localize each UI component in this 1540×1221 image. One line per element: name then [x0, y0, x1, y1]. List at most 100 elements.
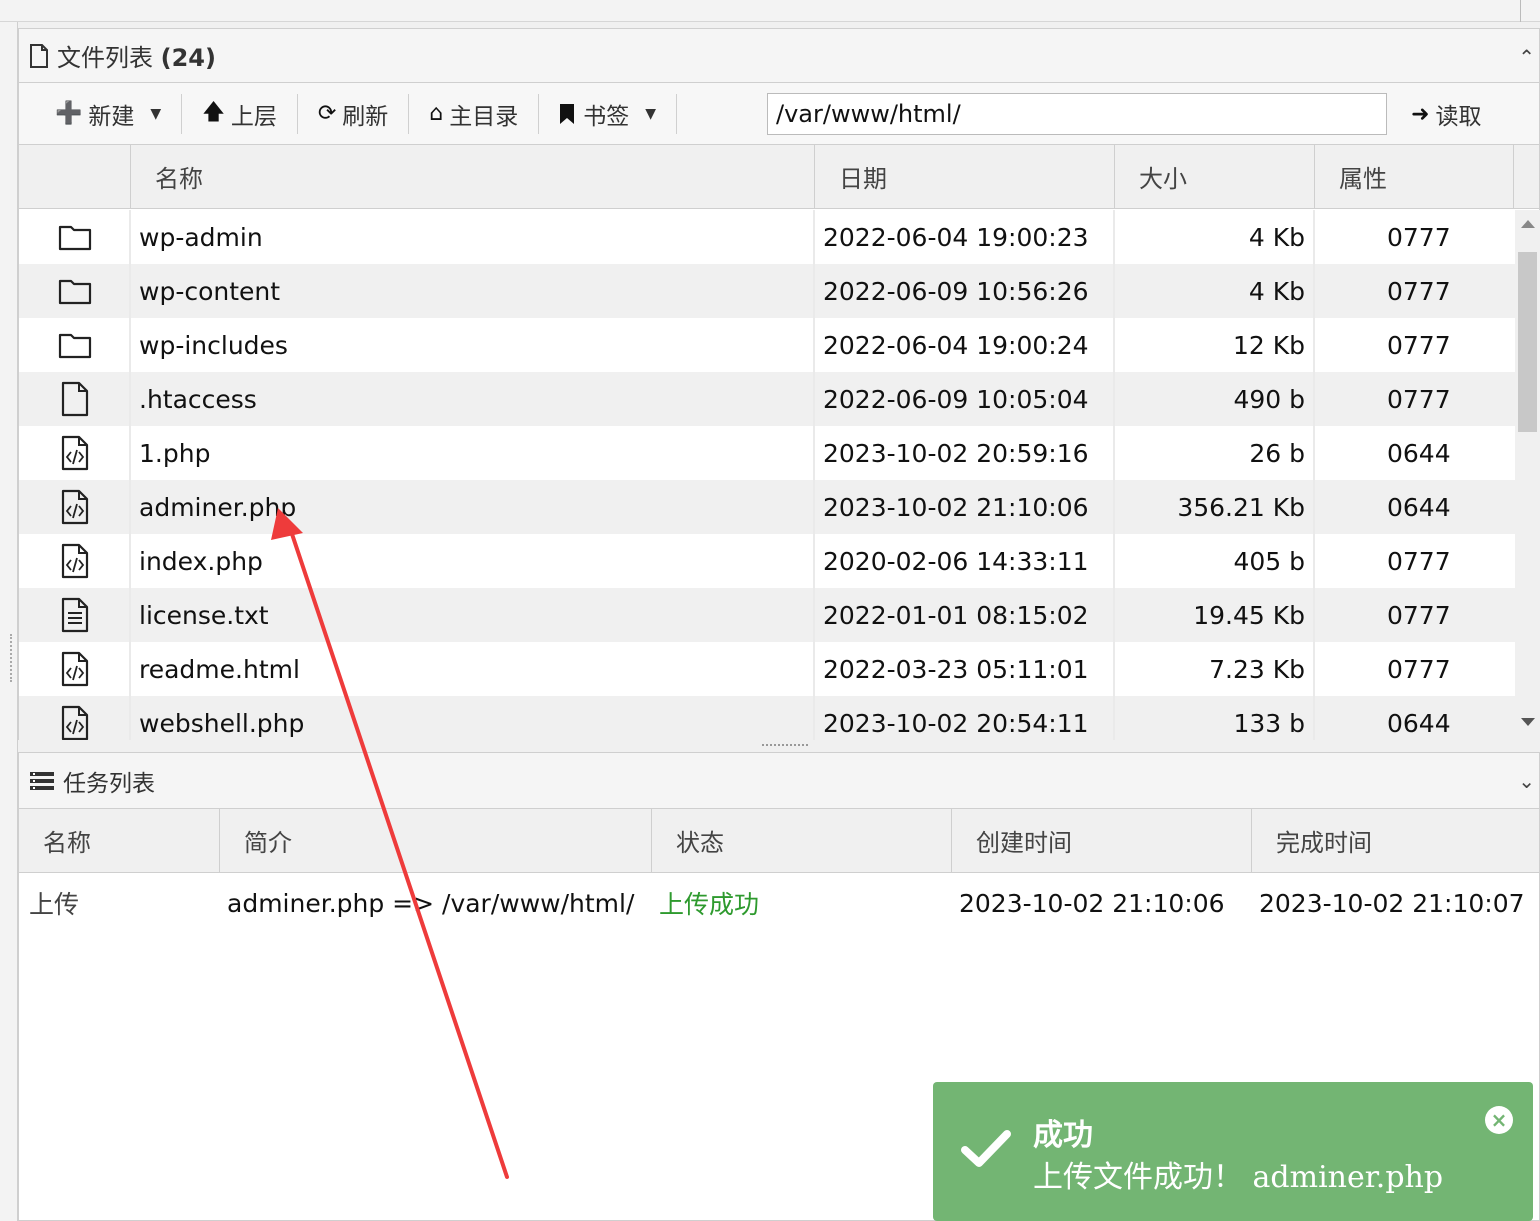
column-divider — [129, 210, 131, 740]
file-row[interactable]: license.txt 2022-01-01 08:15:02 19.45 Kb… — [19, 588, 1515, 642]
file-name[interactable]: adminer.php — [139, 480, 296, 534]
close-icon[interactable]: × — [1485, 1106, 1513, 1134]
home-icon: ⌂ — [429, 101, 444, 126]
file-table-header: 名称 日期 大小 属性 — [19, 145, 1539, 209]
text-file-icon — [55, 588, 95, 642]
column-divider — [1313, 210, 1315, 740]
file-row[interactable]: wp-content 2022-06-09 10:56:26 4 Kb 0777 — [19, 264, 1515, 318]
file-row[interactable]: .htaccess 2022-06-09 10:05:04 490 b 0777 — [19, 372, 1515, 426]
file-name[interactable]: wp-content — [139, 264, 280, 318]
task-column-desc[interactable]: 简介 — [219, 809, 651, 872]
read-button[interactable]: ➜ 读取 — [1403, 93, 1489, 135]
new-button[interactable]: ➕ 新建 ▼ — [41, 94, 175, 134]
home-button[interactable]: ⌂ 主目录 — [415, 94, 532, 134]
file-name[interactable]: index.php — [139, 534, 263, 588]
file-row[interactable]: 1.php 2023-10-02 20:59:16 26 b 0644 — [19, 426, 1515, 480]
folder-icon — [55, 264, 95, 318]
task-column-name[interactable]: 名称 — [19, 809, 219, 872]
task-finished: 2023-10-02 21:10:07 — [1259, 888, 1525, 918]
file-date: 2022-06-04 19:00:24 — [823, 330, 1089, 360]
top-divider — [1520, 0, 1521, 22]
task-status: 上传成功 — [659, 890, 760, 919]
task-created: 2023-10-02 21:10:06 — [959, 888, 1225, 918]
file-name[interactable]: webshell.php — [139, 696, 304, 740]
splitter-grip-icon[interactable] — [762, 744, 808, 746]
panel-splitter[interactable] — [18, 740, 1540, 752]
file-size: 490 b — [1233, 384, 1305, 414]
scrollbar-thumb[interactable] — [1518, 252, 1537, 432]
task-column-finished[interactable]: 完成时间 — [1251, 809, 1539, 872]
file-date: 2023-10-02 21:10:06 — [823, 492, 1089, 522]
column-header-name[interactable]: 名称 — [130, 145, 814, 208]
file-date: 2020-02-06 14:33:11 — [823, 546, 1089, 576]
scroll-up-arrow-icon[interactable] — [1521, 220, 1535, 228]
scroll-down-arrow-icon[interactable] — [1521, 718, 1535, 726]
file-perm: 0777 — [1387, 600, 1451, 630]
file-size: 26 b — [1249, 438, 1305, 468]
plus-circle-icon: ➕ — [55, 101, 83, 126]
collapse-chevron-down-icon[interactable]: ⌄ — [1518, 769, 1535, 793]
file-row[interactable]: wp-admin 2022-06-04 19:00:23 4 Kb 0777 — [19, 210, 1515, 264]
file-size: 4 Kb — [1248, 222, 1305, 252]
file-size: 356.21 Kb — [1177, 492, 1305, 522]
task-column-created[interactable]: 创建时间 — [951, 809, 1251, 872]
file-name[interactable]: 1.php — [139, 426, 210, 480]
code-file-icon — [55, 696, 95, 740]
left-resize-edge[interactable] — [0, 22, 18, 1221]
file-row[interactable]: readme.html 2022-03-23 05:11:01 7.23 Kb … — [19, 642, 1515, 696]
up-button[interactable]: 🡅 上层 — [188, 94, 291, 134]
file-date: 2022-06-04 19:00:23 — [823, 222, 1089, 252]
file-name[interactable]: wp-includes — [139, 318, 288, 372]
task-table-header: 名称 简介 状态 创建时间 完成时间 — [19, 809, 1539, 873]
toolbar-separator — [296, 93, 298, 134]
file-date: 2022-03-23 05:11:01 — [823, 654, 1089, 684]
task-row[interactable]: 上传 adminer.php => /var/www/html/ 上传成功 20… — [19, 873, 1539, 933]
file-perm: 0644 — [1387, 492, 1451, 522]
arrow-up-icon: 🡅 — [202, 99, 225, 125]
file-size: 4 Kb — [1248, 276, 1305, 306]
file-name[interactable]: readme.html — [139, 642, 300, 696]
file-perm: 0777 — [1387, 276, 1451, 306]
caret-down-icon: ▼ — [645, 105, 656, 122]
file-perm: 0777 — [1387, 222, 1451, 252]
file-list-header: 文件列表 (24) ⌃ — [19, 29, 1539, 83]
column-header-date[interactable]: 日期 — [814, 145, 1114, 208]
folder-icon — [55, 210, 95, 264]
file-perm: 0644 — [1387, 708, 1451, 738]
file-date: 2022-06-09 10:05:04 — [823, 384, 1089, 414]
file-table-body: wp-admin 2022-06-04 19:00:23 4 Kb 0777 w… — [19, 210, 1515, 740]
task-column-status[interactable]: 状态 — [651, 809, 951, 872]
caret-down-icon: ▼ — [150, 105, 162, 122]
file-row[interactable]: webshell.php 2023-10-02 20:54:11 133 b 0… — [19, 696, 1515, 740]
file-row[interactable]: adminer.php 2023-10-02 21:10:06 356.21 K… — [19, 480, 1515, 534]
file-perm: 0777 — [1387, 330, 1451, 360]
file-date: 2022-01-01 08:15:02 — [823, 600, 1089, 630]
resize-grip-icon[interactable] — [10, 634, 12, 682]
file-size: 12 Kb — [1232, 330, 1305, 360]
file-row[interactable]: index.php 2020-02-06 14:33:11 405 b 0777 — [19, 534, 1515, 588]
file-name[interactable]: .htaccess — [139, 372, 257, 426]
file-name[interactable]: wp-admin — [139, 210, 263, 264]
column-header-perm[interactable]: 属性 — [1314, 145, 1514, 208]
file-perm: 0644 — [1387, 438, 1451, 468]
success-toast: 成功 上传文件成功！ adminer.php × — [933, 1082, 1533, 1221]
file-perm: 0777 — [1387, 546, 1451, 576]
refresh-button[interactable]: ⟳ 刷新 — [304, 94, 402, 134]
file-icon — [55, 372, 95, 426]
file-name[interactable]: license.txt — [139, 588, 269, 642]
top-strip — [0, 0, 1540, 22]
task-list-title: 任务列表 — [63, 770, 155, 797]
toolbar-separator — [181, 93, 183, 134]
file-size: 405 b — [1233, 546, 1305, 576]
file-toolbar: ➕ 新建 ▼ 🡅 上层 ⟳ 刷新 ⌂ 主目录 书签 ▼ /var/www/htm… — [19, 83, 1539, 145]
code-file-icon — [55, 480, 95, 534]
collapse-chevron-up-icon[interactable]: ⌃ — [1518, 45, 1535, 69]
file-size: 19.45 Kb — [1193, 600, 1305, 630]
column-header-size[interactable]: 大小 — [1114, 145, 1314, 208]
file-list-scrollbar[interactable] — [1515, 210, 1540, 740]
file-date: 2023-10-02 20:54:11 — [823, 708, 1089, 738]
bookmark-button[interactable]: 书签 ▼ — [545, 94, 670, 134]
file-row[interactable]: wp-includes 2022-06-04 19:00:24 12 Kb 07… — [19, 318, 1515, 372]
task-name: 上传 — [29, 890, 80, 919]
path-input[interactable]: /var/www/html/ — [767, 93, 1387, 135]
